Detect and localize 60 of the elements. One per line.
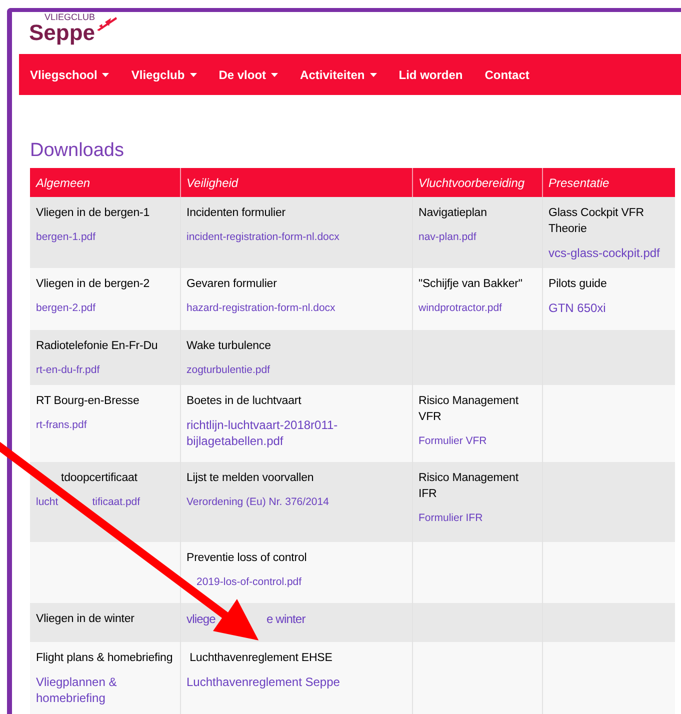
cell-text: Vliegen in de bergen-1	[36, 206, 151, 221]
nav-link[interactable]: De vloot	[218, 66, 278, 84]
download-link[interactable]: nav-plan.pdf	[418, 229, 536, 245]
download-link[interactable]: e winter	[266, 611, 306, 627]
download-link[interactable]: rt-en-du-fr.pdf	[36, 362, 174, 378]
cell-text: Incidenten formulier	[186, 206, 286, 221]
cell-text: Luchthavenreglement EHSE	[188, 651, 334, 666]
download-link[interactable]: Formulier VFR	[418, 433, 536, 449]
download-link[interactable]: hazard-registration-form-nl.docx	[186, 300, 406, 316]
caret-icon	[370, 72, 377, 76]
cell-text: Boetes in de luchtvaart	[186, 394, 302, 409]
download-link[interactable]: bergen-1.pdf	[36, 229, 174, 245]
download-link[interactable]: tificaat.pdf	[92, 494, 140, 510]
cell-text: "Schijfje van Bakker"	[418, 277, 524, 292]
download-link[interactable]: bergen-2.pdf	[36, 300, 174, 316]
logo-text: Seppe	[29, 22, 96, 44]
column-header: Vluchtvoorbereiding	[412, 168, 542, 197]
column-header: Presentatie	[542, 168, 675, 197]
column-header: Algemeen	[30, 168, 180, 197]
cell-text: Preventie loss of control	[186, 551, 308, 566]
download-link[interactable]: Verordening (Eu) Nr. 376/2014	[186, 494, 406, 510]
download-link[interactable]: Vliegplannen & homebriefing	[36, 674, 174, 706]
nav-link[interactable]: Contact	[484, 66, 530, 84]
download-link[interactable]: vliege	[186, 611, 216, 627]
airplane-icon	[96, 14, 118, 32]
cell-text: Vliegen in de winter	[36, 612, 136, 627]
logo-subtitle: VLIEGCLUB	[44, 13, 96, 22]
nav-link[interactable]: Vliegclub	[131, 66, 197, 84]
caret-icon	[190, 72, 197, 76]
cell-text: Navigatieplan	[418, 206, 488, 221]
download-link[interactable]: GTN 650xi	[548, 300, 669, 316]
cell-text: RT Bourg-en-Bresse	[36, 394, 140, 409]
cell-text: Flight plans & homebriefing	[36, 651, 174, 666]
caret-icon	[271, 72, 278, 76]
download-link[interactable]: Luchthavenreglement Seppe	[186, 674, 406, 690]
cell-text: Vliegen in de bergen-2	[36, 277, 151, 292]
column-header: Veiligheid	[180, 168, 412, 197]
page-title: Downloads	[30, 139, 125, 163]
caret-icon	[102, 72, 110, 76]
cell-text: Glass Cockpit VFR Theorie	[548, 206, 645, 237]
cell-text: Lijst te melden voorvallen	[186, 471, 315, 486]
nav-link[interactable]: Activiteiten	[300, 66, 377, 84]
cell-text: Risico Management VFR	[418, 394, 520, 425]
download-link[interactable]: zogturbulentie.pdf	[186, 362, 406, 378]
cell-text: Radiotelefonie En-Fr-Du	[36, 339, 159, 354]
cell-text: Risico Management IFR	[418, 471, 520, 502]
cell-text: Pilots guide	[548, 277, 608, 292]
download-link[interactable]: Formulier IFR	[418, 510, 536, 526]
download-link[interactable]: vcs-glass-cockpit.pdf	[548, 245, 669, 261]
cell-text: tdoopcertificaat	[61, 471, 138, 486]
download-link[interactable]: incident-registration-form-nl.docx	[186, 229, 406, 245]
download-link[interactable]: richtlijn-luchtvaart-2018r011-bijlagetabellen.pdf	[186, 417, 406, 449]
nav-link[interactable]: Vliegschool	[30, 66, 110, 84]
cell-text: Wake turbulence	[186, 339, 272, 354]
download-link[interactable]: lucht	[36, 494, 58, 510]
download-link[interactable]: rt-frans.pdf	[36, 417, 174, 433]
download-link[interactable]: 2019-los-of-control.pdf	[196, 574, 302, 590]
cell-text: Gevaren formulier	[186, 277, 278, 292]
download-link[interactable]: windprotractor.pdf	[418, 300, 536, 316]
nav-link[interactable]: Lid worden	[398, 66, 463, 84]
